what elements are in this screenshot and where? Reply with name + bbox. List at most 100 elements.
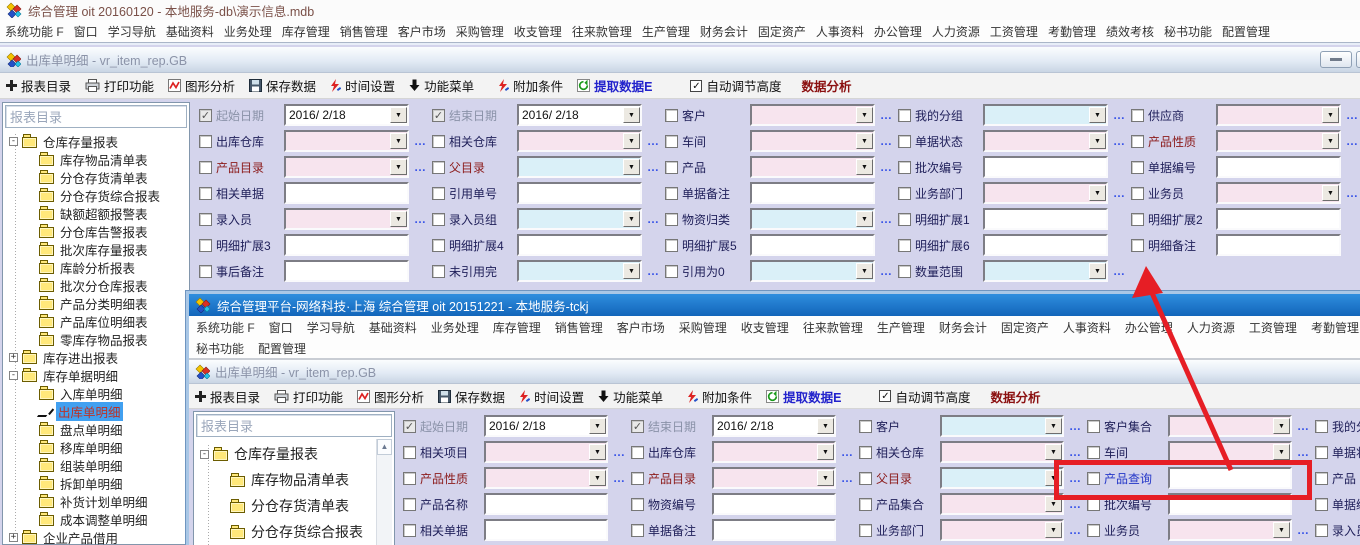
more-options-button[interactable]: … — [879, 160, 894, 174]
maximize-button[interactable] — [1356, 51, 1360, 68]
tree-item[interactable]: 库存物品清单表 — [194, 467, 394, 493]
filter-checkbox[interactable] — [631, 446, 644, 459]
filter-checkbox[interactable] — [1131, 239, 1144, 252]
more-options-button[interactable]: … — [879, 212, 894, 226]
dropdown-arrow-icon[interactable]: ▼ — [390, 211, 407, 227]
menu-item[interactable]: 固定资产 — [753, 23, 811, 40]
more-options-button[interactable]: … — [879, 134, 894, 148]
filter-input[interactable]: 2016/ 2/18 ▼ — [712, 415, 836, 437]
tree-item[interactable]: 零库存物品报表 — [3, 330, 189, 348]
filter-input[interactable]: ▼ — [940, 493, 1064, 515]
filter-input[interactable]: ▼ — [1168, 519, 1292, 541]
filter-checkbox[interactable] — [1087, 472, 1100, 485]
filter-checkbox[interactable] — [199, 187, 212, 200]
tree-item[interactable]: 分仓存货清单表 — [3, 168, 189, 186]
more-options-button[interactable]: … — [646, 264, 661, 278]
data-analysis-button[interactable]: 数据分析 — [984, 387, 1040, 406]
more-options-button[interactable]: … — [646, 212, 661, 226]
filter-checkbox[interactable] — [432, 239, 445, 252]
filter-input[interactable]: ▼ — [1216, 104, 1341, 126]
more-options-button[interactable]: … — [879, 108, 894, 122]
filter-input[interactable]: ▼ — [517, 260, 642, 282]
more-options-button[interactable]: … — [1112, 264, 1127, 278]
filter-input[interactable]: ▼ — [712, 441, 836, 463]
dropdown-arrow-icon[interactable]: ▼ — [1322, 107, 1339, 123]
filter-checkbox[interactable] — [432, 213, 445, 226]
tree-item[interactable]: 缺额超额报警表 — [3, 204, 189, 222]
menu-item[interactable]: 人力资源 — [1180, 319, 1242, 336]
filter-input[interactable]: ▼ — [484, 493, 608, 515]
menu-item[interactable]: 往来款管理 — [567, 23, 637, 40]
filter-checkbox[interactable] — [898, 161, 911, 174]
filter-checkbox[interactable] — [432, 161, 445, 174]
filter-input[interactable]: ▼ — [484, 441, 608, 463]
tree-item[interactable]: - 仓库存量报表 — [3, 132, 189, 150]
filter-input[interactable]: ▼ — [284, 130, 409, 152]
menu-item[interactable]: 系统功能 F — [189, 319, 262, 336]
filter-checkbox[interactable] — [898, 187, 911, 200]
filter-input[interactable]: 2016/ 2/18 ▼ — [484, 415, 608, 437]
filter-input[interactable]: 2016/ 2/18 ▼ — [517, 104, 642, 126]
dropdown-arrow-icon[interactable]: ▼ — [1089, 107, 1106, 123]
extract-data-button[interactable]: 提取数据E — [577, 76, 652, 95]
filter-checkbox[interactable] — [403, 498, 416, 511]
filter-input[interactable]: ▼ — [983, 130, 1108, 152]
dropdown-arrow-icon[interactable]: ▼ — [856, 159, 873, 175]
menu-item[interactable]: 人力资源 — [927, 23, 985, 40]
filter-input[interactable]: ▼ — [1216, 182, 1341, 204]
menu-item[interactable]: 办公管理 — [1118, 319, 1180, 336]
filter-input[interactable]: ▼ — [983, 156, 1108, 178]
filter-checkbox[interactable] — [403, 524, 416, 537]
menu-item[interactable]: 业务处理 — [219, 23, 277, 40]
dropdown-arrow-icon[interactable]: ▼ — [589, 470, 606, 486]
menu-item[interactable]: 客户市场 — [393, 23, 451, 40]
dropdown-arrow-icon[interactable]: ▼ — [1045, 444, 1062, 460]
save-data-button[interactable]: 保存数据 — [249, 76, 316, 95]
menu-item[interactable]: 库存管理 — [277, 23, 335, 40]
dropdown-arrow-icon[interactable]: ▼ — [856, 107, 873, 123]
filter-input[interactable]: ▼ — [750, 130, 875, 152]
more-options-button[interactable]: … — [1296, 445, 1311, 459]
filter-input[interactable]: ▼ — [940, 415, 1064, 437]
filter-checkbox[interactable] — [859, 524, 872, 537]
tree-item[interactable]: + 库存进出报表 — [3, 348, 189, 366]
menu-item[interactable]: 配置管理 — [1217, 23, 1275, 40]
filter-input[interactable]: ▼ — [940, 519, 1064, 541]
dropdown-arrow-icon[interactable]: ▼ — [817, 418, 834, 434]
filter-input[interactable]: 2016/ 2/18 ▼ — [284, 104, 409, 126]
more-options-button[interactable]: … — [840, 471, 855, 485]
filter-checkbox[interactable] — [1315, 472, 1328, 485]
filter-checkbox[interactable] — [631, 420, 644, 433]
filter-checkbox[interactable] — [859, 420, 872, 433]
more-options-button[interactable]: … — [612, 445, 627, 459]
dropdown-arrow-icon[interactable]: ▼ — [623, 211, 640, 227]
filter-input[interactable]: ▼ — [712, 467, 836, 489]
filter-input[interactable]: ▼ — [750, 260, 875, 282]
filter-checkbox[interactable] — [898, 109, 911, 122]
tree-item[interactable]: 拆卸单明细 — [3, 474, 189, 492]
minimize-button[interactable] — [1320, 51, 1352, 68]
menu-item[interactable]: 财务会计 — [932, 319, 994, 336]
tree-item[interactable]: 盘点单明细 — [3, 420, 189, 438]
filter-input[interactable]: ▼ — [517, 234, 642, 256]
filter-input[interactable]: ▼ — [517, 130, 642, 152]
filter-checkbox[interactable] — [199, 161, 212, 174]
filter-input[interactable]: ▼ — [940, 467, 1064, 489]
menu-item[interactable]: 销售管理 — [335, 23, 393, 40]
tree-item[interactable]: 批次分仓库报表 — [3, 276, 189, 294]
more-options-button[interactable]: … — [1296, 523, 1311, 537]
dropdown-arrow-icon[interactable]: ▼ — [1089, 263, 1106, 279]
tree-item[interactable]: 移库单明细 — [3, 438, 189, 456]
filter-input[interactable]: ▼ — [284, 156, 409, 178]
tree-expander-icon[interactable]: - — [9, 137, 18, 146]
filter-input[interactable]: ▼ — [484, 467, 608, 489]
filter-checkbox[interactable] — [1087, 524, 1100, 537]
tree-item[interactable]: 成本调整单明细 — [3, 510, 189, 528]
save-data-button[interactable]: 保存数据 — [438, 387, 505, 406]
time-settings-button[interactable]: 时间设置 — [330, 76, 395, 95]
tree-item[interactable]: 分仓存货综合报表 — [194, 519, 394, 545]
filter-checkbox[interactable] — [1315, 420, 1328, 433]
filter-input[interactable]: ▼ — [940, 441, 1064, 463]
checkbox-checked-icon[interactable]: ✓ — [879, 390, 891, 402]
filter-checkbox[interactable] — [1131, 109, 1144, 122]
